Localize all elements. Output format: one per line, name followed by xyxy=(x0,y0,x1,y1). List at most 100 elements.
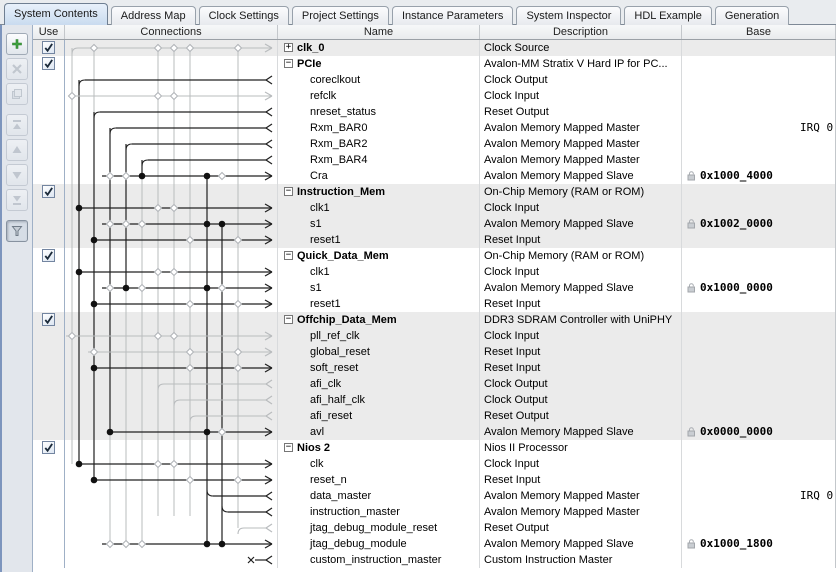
column-header-connections[interactable]: Connections xyxy=(65,25,278,39)
table-row[interactable]: avlAvalon Memory Mapped Slave0x0000_0000 xyxy=(33,424,836,440)
base-address[interactable]: 0x1000_1800 xyxy=(700,536,773,552)
connections-cell[interactable] xyxy=(65,376,278,392)
connections-cell[interactable] xyxy=(65,184,278,200)
table-row[interactable]: reset_nReset Input xyxy=(33,472,836,488)
table-row[interactable]: −Instruction_MemOn-Chip Memory (RAM or R… xyxy=(33,184,836,200)
connections-cell[interactable] xyxy=(65,360,278,376)
table-row[interactable]: −Offchip_Data_MemDDR3 SDRAM Controller w… xyxy=(33,312,836,328)
base-address[interactable]: 0x1000_0000 xyxy=(700,280,773,296)
table-row[interactable]: coreclkoutClock Output xyxy=(33,72,836,88)
base-address[interactable]: 0x0000_0000 xyxy=(700,424,773,440)
remove-component-button[interactable] xyxy=(6,58,28,80)
connections-cell[interactable] xyxy=(65,280,278,296)
table-row[interactable]: soft_resetReset Input xyxy=(33,360,836,376)
connections-cell[interactable] xyxy=(65,168,278,184)
connections-cell[interactable] xyxy=(65,472,278,488)
connections-cell[interactable] xyxy=(65,424,278,440)
table-row[interactable]: jtag_debug_module_resetReset Output xyxy=(33,520,836,536)
use-checkbox[interactable] xyxy=(42,249,55,262)
move-top-button[interactable] xyxy=(6,114,28,136)
table-row[interactable]: Rxm_BAR2Avalon Memory Mapped Master xyxy=(33,136,836,152)
connections-cell[interactable] xyxy=(65,104,278,120)
collapse-minus-icon[interactable]: − xyxy=(284,251,293,260)
tab-clock-settings[interactable]: Clock Settings xyxy=(199,6,289,25)
table-row[interactable]: −Nios 2Nios II Processor xyxy=(33,440,836,456)
table-row[interactable]: s1Avalon Memory Mapped Slave0x1000_0000 xyxy=(33,280,836,296)
table-row[interactable]: afi_clkClock Output xyxy=(33,376,836,392)
add-component-button[interactable] xyxy=(6,33,28,55)
use-checkbox[interactable] xyxy=(42,313,55,326)
lock-icon[interactable] xyxy=(687,219,696,229)
table-row[interactable]: −Quick_Data_MemOn-Chip Memory (RAM or RO… xyxy=(33,248,836,264)
table-row[interactable]: jtag_debug_moduleAvalon Memory Mapped Sl… xyxy=(33,536,836,552)
edit-component-button[interactable] xyxy=(6,83,28,105)
filter-button[interactable] xyxy=(6,220,28,242)
connections-cell[interactable] xyxy=(65,296,278,312)
table-row[interactable]: afi_half_clkClock Output xyxy=(33,392,836,408)
connections-cell[interactable] xyxy=(65,120,278,136)
tab-system-contents[interactable]: System Contents xyxy=(4,3,108,25)
connections-cell[interactable] xyxy=(65,88,278,104)
connections-cell[interactable] xyxy=(65,264,278,280)
connections-cell[interactable] xyxy=(65,408,278,424)
connections-cell[interactable] xyxy=(65,40,278,56)
tab-generation[interactable]: Generation xyxy=(715,6,789,25)
move-up-button[interactable] xyxy=(6,139,28,161)
table-row[interactable]: nreset_statusReset Output xyxy=(33,104,836,120)
table-row[interactable]: clkClock Input xyxy=(33,456,836,472)
tab-instance-parameters[interactable]: Instance Parameters xyxy=(392,6,514,25)
connections-cell[interactable] xyxy=(65,344,278,360)
use-checkbox[interactable] xyxy=(42,41,55,54)
move-down-button[interactable] xyxy=(6,164,28,186)
table-row[interactable]: data_masterAvalon Memory Mapped MasterIR… xyxy=(33,488,836,504)
expand-plus-icon[interactable]: + xyxy=(284,43,293,52)
connections-cell[interactable] xyxy=(65,504,278,520)
table-row[interactable]: custom_instruction_masterCustom Instruct… xyxy=(33,552,836,568)
column-header-base[interactable]: Base xyxy=(682,25,836,39)
connections-cell[interactable] xyxy=(65,328,278,344)
connections-cell[interactable] xyxy=(65,456,278,472)
lock-icon[interactable] xyxy=(687,283,696,293)
connections-cell[interactable] xyxy=(65,152,278,168)
column-header-name[interactable]: Name xyxy=(278,25,480,39)
lock-icon[interactable] xyxy=(687,539,696,549)
connections-cell[interactable] xyxy=(65,312,278,328)
table-row[interactable]: CraAvalon Memory Mapped Slave0x1000_4000 xyxy=(33,168,836,184)
collapse-minus-icon[interactable]: − xyxy=(284,443,293,452)
table-row[interactable]: afi_resetReset Output xyxy=(33,408,836,424)
tab-system-inspector[interactable]: System Inspector xyxy=(516,6,621,25)
table-row[interactable]: reset1Reset Input xyxy=(33,296,836,312)
connections-cell[interactable] xyxy=(65,392,278,408)
collapse-minus-icon[interactable]: − xyxy=(284,315,293,324)
column-header-use[interactable]: Use xyxy=(33,25,65,39)
use-checkbox[interactable] xyxy=(42,185,55,198)
tab-hdl-example[interactable]: HDL Example xyxy=(624,6,711,25)
use-checkbox[interactable] xyxy=(42,57,55,70)
table-row[interactable]: Rxm_BAR0Avalon Memory Mapped MasterIRQ 0 xyxy=(33,120,836,136)
table-row[interactable]: global_resetReset Input xyxy=(33,344,836,360)
table-row[interactable]: +clk_0Clock Source xyxy=(33,40,836,56)
table-row[interactable]: Rxm_BAR4Avalon Memory Mapped Master xyxy=(33,152,836,168)
connections-cell[interactable] xyxy=(65,440,278,456)
table-row[interactable]: −PCIeAvalon-MM Stratix V Hard IP for PC.… xyxy=(33,56,836,72)
lock-icon[interactable] xyxy=(687,427,696,437)
connections-cell[interactable] xyxy=(65,136,278,152)
collapse-minus-icon[interactable]: − xyxy=(284,59,293,68)
lock-icon[interactable] xyxy=(687,171,696,181)
connections-cell[interactable] xyxy=(65,520,278,536)
table-row[interactable]: reset1Reset Input xyxy=(33,232,836,248)
base-address[interactable]: 0x1000_4000 xyxy=(700,168,773,184)
table-row[interactable]: s1Avalon Memory Mapped Slave0x1002_0000 xyxy=(33,216,836,232)
table-row[interactable]: instruction_masterAvalon Memory Mapped M… xyxy=(33,504,836,520)
connections-cell[interactable] xyxy=(65,536,278,552)
table-row[interactable]: refclkClock Input xyxy=(33,88,836,104)
table-row[interactable]: pll_ref_clkClock Input xyxy=(33,328,836,344)
column-header-description[interactable]: Description xyxy=(480,25,682,39)
table-row[interactable]: clk1Clock Input xyxy=(33,264,836,280)
table-row[interactable]: clk1Clock Input xyxy=(33,200,836,216)
tab-address-map[interactable]: Address Map xyxy=(111,6,196,25)
connections-cell[interactable] xyxy=(65,232,278,248)
use-checkbox[interactable] xyxy=(42,441,55,454)
connections-cell[interactable] xyxy=(65,216,278,232)
connections-cell[interactable] xyxy=(65,488,278,504)
